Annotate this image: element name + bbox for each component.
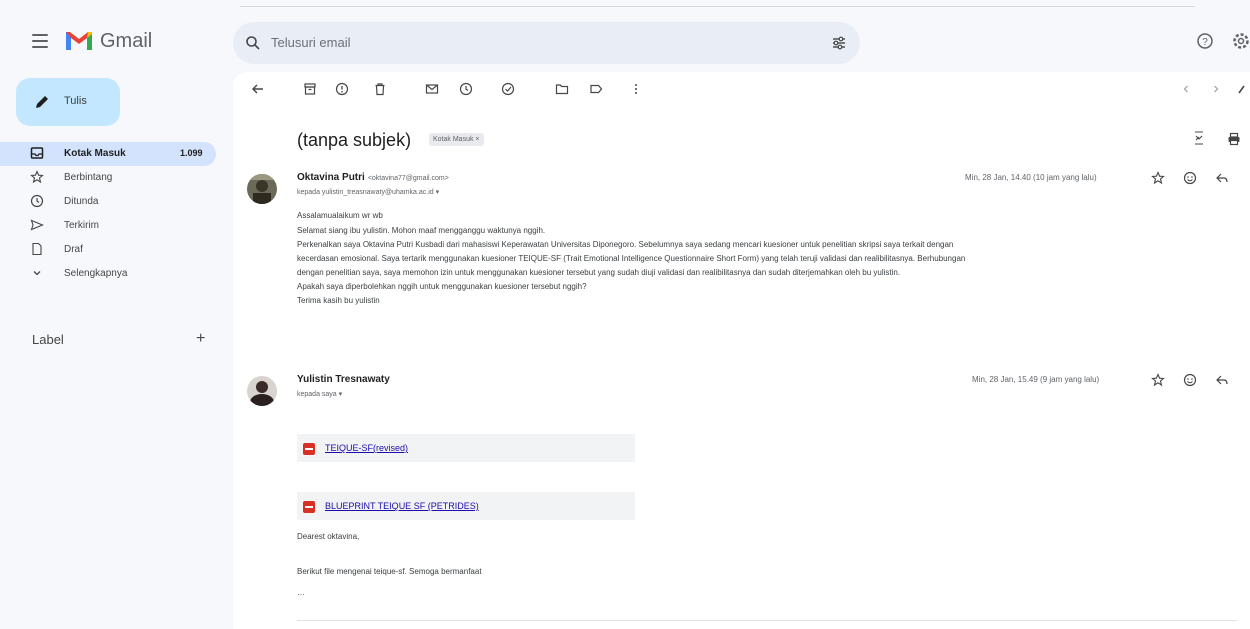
- sender-name[interactable]: Yulistin Tresnawaty: [297, 374, 390, 385]
- sidebar-item-starred[interactable]: Berbintang: [0, 166, 232, 190]
- sidebar-item-drafts[interactable]: Draf: [0, 238, 232, 262]
- message-body-line: Berikut file mengenai teique-sf. Semoga …: [297, 567, 482, 576]
- message-body-line: Assalamualaikum wr wb: [297, 211, 383, 220]
- message-2: Yulistin Tresnawaty kepada saya ▾ Min, 2…: [233, 368, 1250, 623]
- sidebar-item-label: Selengkapnya: [64, 268, 128, 279]
- attachment-link[interactable]: TEIQUE-SF(revised): [297, 434, 635, 462]
- add-label-button[interactable]: +: [196, 330, 205, 348]
- main-menu-icon[interactable]: [32, 34, 48, 48]
- compose-button[interactable]: Tulis: [16, 78, 120, 126]
- filter-options-icon[interactable]: [831, 35, 847, 51]
- message-body-line: Terima kasih bu yulistin: [297, 296, 380, 305]
- unread-count: 1.099: [180, 148, 203, 158]
- attachment-link[interactable]: BLUEPRINT TEIQUE SF (PETRIDES): [297, 492, 635, 520]
- sender-name[interactable]: Oktavina Putri <oktavina77@gmail.com>: [297, 172, 449, 183]
- star-icon: [30, 170, 44, 184]
- message-date: Min, 28 Jan, 14.40 (10 jam yang lalu): [965, 173, 1097, 182]
- message-view: (tanpa subjek) Kotak Masuk × Oktavina Pu…: [233, 72, 1250, 629]
- star-icon[interactable]: [1151, 171, 1165, 185]
- expand-all-icon[interactable]: [1193, 130, 1205, 146]
- pencil-icon: [36, 96, 48, 108]
- reply-icon[interactable]: [1215, 171, 1229, 185]
- emoji-reaction-icon[interactable]: [1183, 171, 1197, 185]
- app-name: Gmail: [100, 30, 153, 52]
- top-divider: [240, 6, 1195, 7]
- pdf-file-icon: [303, 443, 315, 455]
- sidebar-item-more[interactable]: Selengkapnya: [0, 262, 232, 286]
- settings-gear-icon[interactable]: [1232, 32, 1250, 50]
- message-body-line: Perkenalkan saya Oktavina Putri Kusbadi …: [297, 240, 954, 249]
- message-body-line: kecerdasan emosional. Saya tertarik meng…: [297, 254, 966, 263]
- move-to-folder-icon[interactable]: [555, 82, 569, 96]
- recipient-line[interactable]: kepada saya ▾: [297, 390, 342, 398]
- add-task-icon[interactable]: [501, 82, 515, 96]
- print-icon[interactable]: [1227, 132, 1241, 146]
- attachment-name[interactable]: TEIQUE-SF(revised): [325, 443, 408, 453]
- message-toolbar: [233, 72, 1250, 108]
- sidebar-item-label: Ditunda: [64, 196, 99, 207]
- message-body-line: Dearest oktavina,: [297, 532, 360, 541]
- sidebar-item-label: Draf: [64, 244, 83, 255]
- thread-subject: (tanpa subjek): [297, 130, 412, 150]
- input-tools-icon[interactable]: [1236, 82, 1250, 96]
- recipient-line[interactable]: kepada yulistin_treasnawaty@uhamka.ac.id…: [297, 188, 439, 196]
- attachment-name[interactable]: BLUEPRINT TEIQUE SF (PETRIDES): [325, 501, 479, 511]
- compose-label: Tulis: [64, 95, 87, 107]
- inbox-label-chip[interactable]: Kotak Masuk ×: [429, 133, 484, 146]
- search-input[interactable]: Telusuri email: [271, 35, 350, 50]
- sidebar-item-sent[interactable]: Terkirim: [0, 214, 232, 238]
- report-spam-icon[interactable]: [335, 82, 349, 96]
- message-body-line: Apakah saya diperbolehkan nggih untuk me…: [297, 282, 587, 291]
- avatar[interactable]: [247, 174, 277, 204]
- sidebar-item-label: Terkirim: [64, 220, 99, 231]
- search-icon[interactable]: [245, 35, 261, 51]
- draft-icon: [32, 242, 42, 256]
- archive-icon[interactable]: [303, 82, 317, 96]
- older-chevron-icon[interactable]: [1209, 82, 1223, 96]
- search-bar[interactable]: Telusuri email: [233, 22, 860, 64]
- chevron-down-icon: [33, 271, 41, 276]
- reply-icon[interactable]: [1215, 373, 1229, 387]
- labels-heading: Label: [32, 332, 64, 347]
- sidebar-item-snoozed[interactable]: Ditunda: [0, 190, 232, 214]
- more-options-icon[interactable]: [629, 82, 643, 96]
- sender-email: <oktavina77@gmail.com>: [367, 175, 449, 182]
- gmail-logo-icon[interactable]: [64, 28, 94, 52]
- avatar[interactable]: [247, 376, 277, 406]
- sidebar-item-label: Berbintang: [64, 172, 113, 183]
- inbox-icon: [30, 147, 44, 159]
- emoji-reaction-icon[interactable]: [1183, 373, 1197, 387]
- back-arrow-icon[interactable]: [251, 82, 265, 96]
- message-date: Min, 28 Jan, 15.49 (9 jam yang lalu): [972, 375, 1100, 384]
- sidebar-item-label: Kotak Masuk: [64, 148, 126, 159]
- pdf-file-icon: [303, 501, 315, 513]
- clock-icon: [30, 194, 44, 208]
- show-trimmed-content[interactable]: ···: [297, 590, 305, 599]
- newer-chevron-icon[interactable]: [1179, 82, 1193, 96]
- message-1: Oktavina Putri <oktavina77@gmail.com> kep…: [233, 168, 1250, 368]
- svg-text:?: ?: [1202, 37, 1208, 48]
- sidebar-nav: Kotak Masuk 1.099 Berbintang Ditunda Ter…: [0, 142, 232, 286]
- send-icon: [30, 219, 44, 231]
- label-tag-icon[interactable]: [589, 82, 603, 96]
- message-body-line: dengan penelitian saya, saya memohon izi…: [297, 268, 901, 277]
- snooze-clock-icon[interactable]: [459, 82, 473, 96]
- mark-unread-icon[interactable]: [425, 82, 439, 96]
- message-body-line: Selamat siang ibu yulistin. Mohon maaf m…: [297, 226, 546, 235]
- message-divider: [297, 620, 1237, 621]
- delete-trash-icon[interactable]: [373, 82, 387, 96]
- help-icon[interactable]: ?: [1196, 32, 1214, 50]
- star-icon[interactable]: [1151, 373, 1165, 387]
- sidebar-item-inbox[interactable]: Kotak Masuk 1.099: [0, 142, 216, 166]
